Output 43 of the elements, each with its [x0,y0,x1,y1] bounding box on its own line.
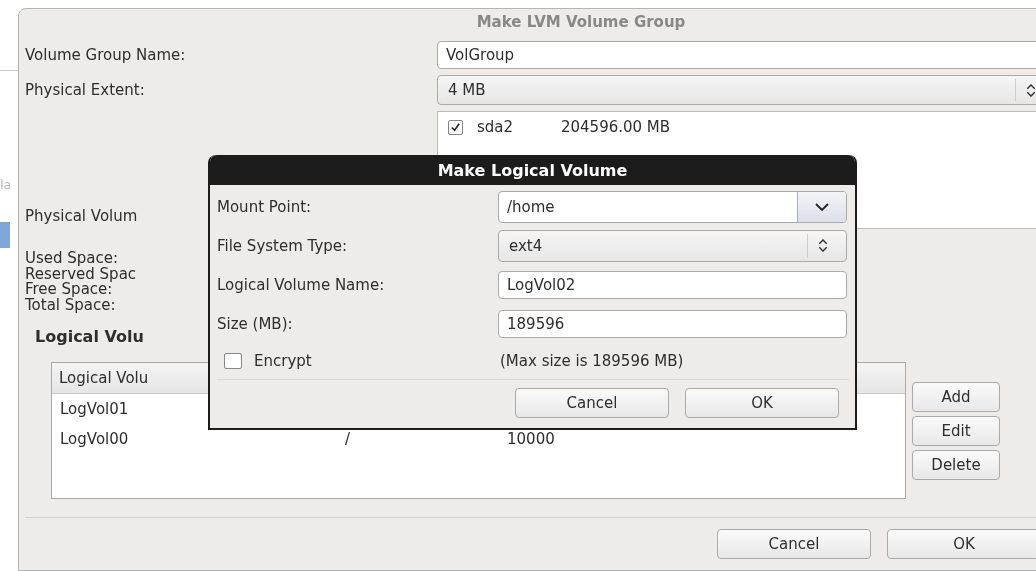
physical-extent-dropdown[interactable]: 4 MB [437,75,1036,105]
space-label: Free Space: [25,282,113,298]
chevron-down-icon [815,202,829,211]
modal-button[interactable]: OK [685,388,839,418]
window-text: la [0,177,10,192]
modal-title: Make Logical Volume [437,160,628,180]
space-label: Reserved Spac [25,266,137,282]
field-label: Volume Group Name: [25,46,186,64]
field-label: Physical Extent: [25,81,145,99]
checkbox[interactable] [224,353,242,369]
field-label: File System Type: [217,236,349,255]
volume-name: sda2 [477,118,515,136]
dialog-button[interactable]: Cancel [717,529,871,559]
mount-point-combo[interactable]: /home [498,190,847,223]
table-action-button[interactable]: Add [912,382,1000,412]
modal-button[interactable]: Cancel [515,388,669,418]
table-cell-text: LogVol00 [60,430,130,448]
table-action-button[interactable]: Delete [912,450,1000,480]
selection-bar [0,222,10,248]
up-down-icon [818,239,828,252]
up-down-icon [1026,83,1036,97]
column-header[interactable]: Logical Volu [59,369,149,387]
dialog-button[interactable]: OK [887,529,1036,559]
checkbox[interactable] [448,119,463,135]
checkbox-label: Encrypt [254,352,313,370]
dialog-title: Make LVM Volume Group [475,12,687,33]
file-system-dropdown[interactable]: ext4 [498,229,847,262]
text-field[interactable]: LogVol02 [498,270,847,299]
space-label: Total Space: [25,297,116,313]
field-label: Logical Volume Name: [217,275,386,294]
field-label: Size (MB): [217,314,294,333]
volume-group-name-field[interactable]: VolGroup [437,41,1036,69]
volume-size: 204596.00 MB [561,118,671,136]
field-label: Physical Volum [25,207,138,225]
section-heading: Logical Volu [35,327,144,346]
table-cell-text: LogVol01 [60,400,130,418]
text-field[interactable]: 189596 [498,309,847,338]
max-size-note: (Max size is 189596 MB) [500,352,684,370]
table-cell: 10000 [507,430,555,448]
field-label: Mount Point: [217,197,313,216]
table-cell: / [345,430,351,448]
table-action-button[interactable]: Edit [912,416,1000,446]
space-label: Used Space: [25,251,119,267]
